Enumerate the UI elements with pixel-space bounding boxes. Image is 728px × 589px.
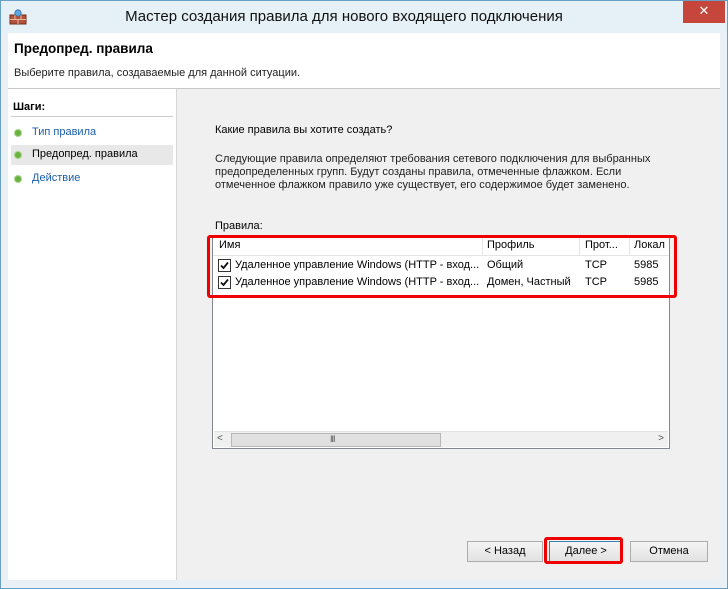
wizard-window: Мастер создания правила для нового входя…: [0, 0, 728, 589]
steps-title: Шаги:: [13, 101, 46, 113]
step-pending-icon: [15, 176, 21, 182]
question-text: Какие правила вы хотите создать?: [215, 124, 393, 136]
horizontal-scrollbar[interactable]: < III >: [214, 431, 668, 447]
description-text: Следующие правила определяют требования …: [215, 153, 651, 191]
highlight-next-box: [544, 537, 623, 564]
scroll-right-icon[interactable]: >: [658, 433, 664, 444]
step-label: Действие: [32, 172, 81, 184]
step-predefined-rules: Предопред. правила: [11, 145, 173, 165]
back-button[interactable]: < Назад: [467, 541, 543, 562]
scroll-left-icon[interactable]: <: [217, 433, 223, 444]
step-action[interactable]: Действие: [11, 169, 173, 189]
title-bar: Мастер создания правила для нового входя…: [1, 1, 727, 33]
content-panel: Какие правила вы хотите создать? Следующ…: [177, 89, 720, 580]
close-button[interactable]: ✕: [683, 1, 725, 23]
page-subtitle: Выберите правила, создаваемые для данной…: [14, 67, 301, 79]
window-title: Мастер создания правила для нового входя…: [125, 8, 563, 25]
cancel-button[interactable]: Отмена: [630, 541, 708, 562]
step-done-icon: [15, 130, 21, 136]
steps-panel: Шаги: Тип правила Предопред. правила Дей…: [8, 89, 177, 580]
wizard-body: Шаги: Тип правила Предопред. правила Дей…: [8, 89, 720, 580]
step-current-icon: [15, 152, 21, 158]
rules-label: Правила:: [215, 220, 263, 232]
step-label: Тип правила: [32, 126, 97, 138]
step-rule-type[interactable]: Тип правила: [11, 123, 173, 143]
step-label: Предопред. правила: [32, 148, 138, 160]
scroll-thumb[interactable]: III: [231, 433, 441, 447]
page-title: Предопред. правила: [14, 41, 153, 56]
highlight-rules-box: [207, 235, 677, 298]
grip-icon: III: [330, 434, 335, 444]
steps-divider: [11, 116, 173, 117]
close-icon: ✕: [698, 4, 710, 19]
wizard-header: Предопред. правила Выберите правила, соз…: [8, 33, 720, 89]
